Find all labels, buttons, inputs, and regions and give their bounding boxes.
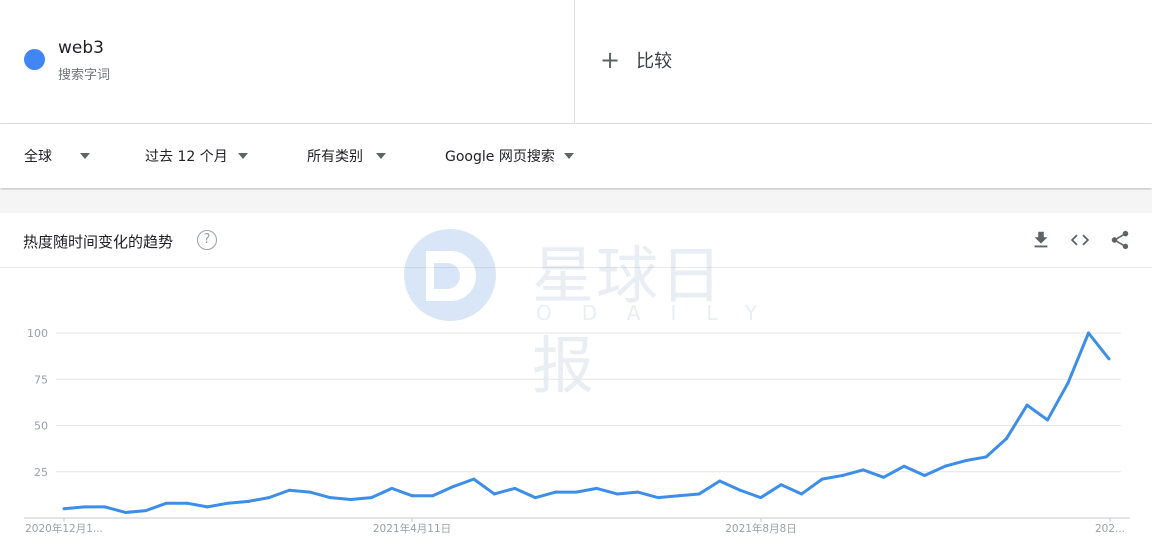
chart-series [62, 331, 1111, 514]
data-point[interactable] [308, 490, 312, 494]
data-point[interactable] [902, 464, 906, 468]
data-point[interactable] [185, 501, 189, 505]
y-tick-label: 100 [27, 327, 48, 340]
data-point[interactable] [636, 490, 640, 494]
data-point[interactable] [205, 505, 209, 509]
data-point[interactable] [738, 488, 742, 492]
data-point[interactable] [164, 501, 168, 505]
data-point[interactable] [369, 496, 373, 500]
data-point[interactable] [1046, 418, 1050, 422]
data-point[interactable] [533, 496, 537, 500]
data-point[interactable] [677, 494, 681, 498]
data-point[interactable] [984, 455, 988, 459]
chart-gridlines [24, 332, 1130, 519]
series-line-web3 [63, 331, 1111, 514]
data-point[interactable] [656, 496, 660, 500]
x-tick-label: 2020年12月1... [25, 522, 103, 535]
y-tick-label: 50 [34, 420, 48, 433]
data-point[interactable] [144, 509, 148, 513]
data-point[interactable] [718, 479, 722, 483]
x-tick-label: 2021年4月11日 [373, 522, 451, 535]
data-point[interactable] [574, 490, 578, 494]
y-tick-label: 75 [34, 373, 48, 386]
data-point[interactable] [841, 473, 845, 477]
data-point[interactable] [1066, 381, 1070, 385]
x-tick-label: 202... [1095, 523, 1125, 535]
data-point[interactable] [62, 507, 66, 511]
data-point[interactable] [492, 492, 496, 496]
data-point[interactable] [82, 505, 86, 509]
data-point[interactable] [431, 494, 435, 498]
data-point[interactable] [923, 473, 927, 477]
y-tick-label: 25 [34, 466, 48, 479]
data-point[interactable] [472, 477, 476, 481]
data-point[interactable] [267, 496, 271, 500]
data-point[interactable] [861, 468, 865, 472]
data-point[interactable] [554, 490, 558, 494]
data-point[interactable] [820, 477, 824, 481]
chart-y-ticks: 25 50 75 100 [27, 327, 48, 479]
data-point[interactable] [226, 501, 230, 505]
data-point[interactable] [1087, 331, 1091, 335]
data-point[interactable] [410, 494, 414, 498]
data-point[interactable] [1005, 436, 1009, 440]
data-point[interactable] [513, 486, 517, 490]
data-point[interactable] [390, 486, 394, 490]
data-point[interactable] [595, 486, 599, 490]
data-point[interactable] [964, 459, 968, 463]
data-point[interactable] [615, 492, 619, 496]
data-point[interactable] [328, 496, 332, 500]
data-point[interactable] [246, 499, 250, 503]
chart-x-ticks: 2020年12月1... 2021年4月11日 2021年8月8日 202... [25, 518, 1125, 535]
data-point[interactable] [882, 475, 886, 479]
data-point[interactable] [287, 488, 291, 492]
data-point[interactable] [697, 492, 701, 496]
data-point[interactable] [1107, 357, 1111, 361]
line-chart: 25 50 75 100 2020年12月1... 2021年4月11日 2021年8月8… [24, 327, 1130, 535]
data-point[interactable] [943, 464, 947, 468]
data-point[interactable] [349, 498, 353, 501]
x-tick-label: 2021年8月8日 [725, 522, 797, 535]
data-point[interactable] [451, 485, 455, 489]
data-point[interactable] [1025, 403, 1029, 407]
data-point[interactable] [800, 492, 804, 496]
data-point[interactable] [103, 505, 107, 509]
data-point[interactable] [759, 496, 763, 500]
data-point[interactable] [779, 483, 783, 487]
data-point[interactable] [123, 510, 127, 514]
